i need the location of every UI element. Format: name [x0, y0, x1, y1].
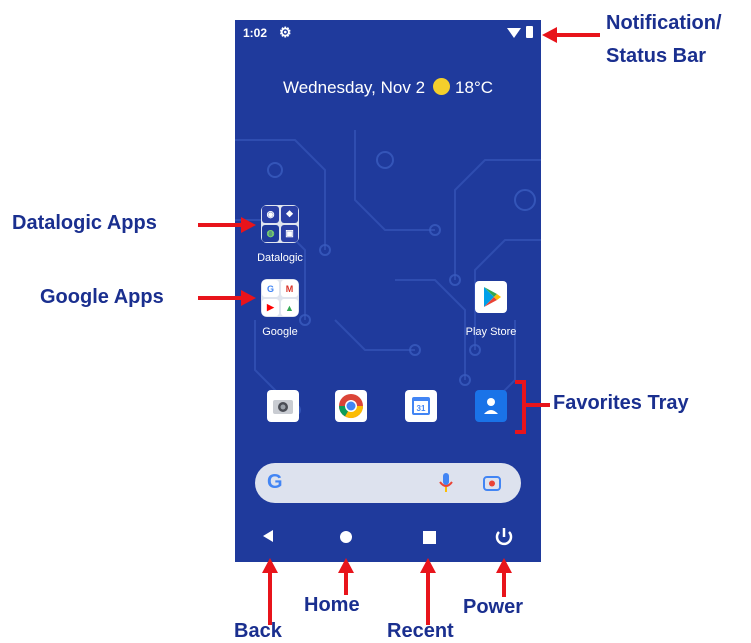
callout-status-bar-line2: Status Bar: [606, 45, 707, 67]
callout-back: Back: [234, 620, 282, 642]
callout-home: Home: [304, 594, 360, 616]
callout-power: Power: [463, 596, 524, 618]
callout-status-bar-line1: Notification/: [606, 12, 722, 34]
callout-datalogic-apps: Datalogic Apps: [12, 212, 157, 234]
callout-google-apps: Google Apps: [40, 286, 164, 308]
callout-recent: Recent: [387, 620, 454, 642]
callout-favorites-tray: Favorites Tray: [553, 392, 689, 414]
callout-arrows: [198, 27, 600, 625]
